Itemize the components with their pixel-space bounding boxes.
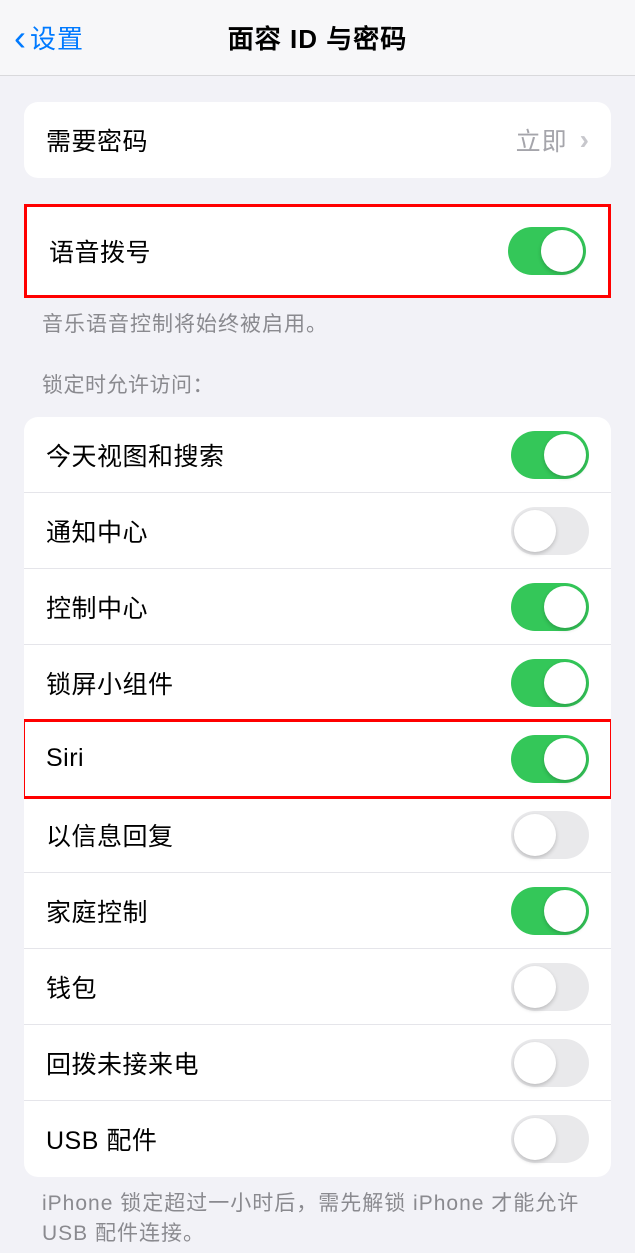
back-label: 设置 <box>30 19 84 56</box>
lock-access-row: 锁屏小组件 <box>24 645 611 721</box>
page-title: 面容 ID 与密码 <box>228 19 407 56</box>
lock-access-row: 今天视图和搜索 <box>24 417 611 493</box>
toggle-knob <box>544 586 586 628</box>
lock-access-row: USB 配件 <box>24 1101 611 1177</box>
lock-access-toggle[interactable] <box>511 1039 589 1087</box>
require-passcode-row[interactable]: 需要密码 立即 › <box>24 102 611 178</box>
lock-access-label: 回拨未接来电 <box>46 1045 199 1081</box>
lock-access-label: 家庭控制 <box>46 893 148 929</box>
chevron-right-icon: › <box>580 124 589 156</box>
lock-access-row: 回拨未接来电 <box>24 1025 611 1101</box>
toggle-knob <box>544 738 586 780</box>
lock-access-row: 控制中心 <box>24 569 611 645</box>
voice-dial-label: 语音拨号 <box>49 233 151 269</box>
voice-dial-footer: 音乐语音控制将始终被启用。 <box>0 298 635 339</box>
lock-access-row: 通知中心 <box>24 493 611 569</box>
lock-access-toggle[interactable] <box>511 507 589 555</box>
back-button[interactable]: ‹ 设置 <box>0 19 84 56</box>
lock-access-header: 锁定时允许访问： <box>0 339 635 409</box>
toggle-knob <box>514 966 556 1008</box>
lock-access-row: 家庭控制 <box>24 873 611 949</box>
lock-access-toggle[interactable] <box>511 811 589 859</box>
lock-access-label: 通知中心 <box>46 513 148 549</box>
content: 需要密码 立即 › 语音拨号 音乐语音控制将始终被启用。 锁定时允许访问： 今天… <box>0 102 635 1248</box>
lock-access-toggle[interactable] <box>511 963 589 1011</box>
voice-dial-group: 语音拨号 <box>24 204 611 298</box>
toggle-knob <box>514 1118 556 1160</box>
lock-access-label: 锁屏小组件 <box>46 665 174 701</box>
lock-access-label: USB 配件 <box>46 1121 157 1157</box>
lock-access-group: 今天视图和搜索通知中心控制中心锁屏小组件 Siri 以信息回复家庭控制钱包回拨未接来… <box>24 417 611 1177</box>
lock-access-label: 今天视图和搜索 <box>46 437 225 473</box>
lock-access-toggle[interactable] <box>511 583 589 631</box>
lock-access-label: 以信息回复 <box>46 817 174 853</box>
toggle-knob <box>544 890 586 932</box>
voice-dial-toggle[interactable] <box>508 227 586 275</box>
chevron-left-icon: ‹ <box>14 20 26 56</box>
toggle-knob <box>544 434 586 476</box>
toggle-knob <box>514 510 556 552</box>
lock-access-label: Siri <box>46 744 84 773</box>
lock-access-footer: iPhone 锁定超过一小时后，需先解锁 iPhone 才能允许USB 配件连接… <box>0 1177 635 1248</box>
toggle-knob <box>514 1042 556 1084</box>
lock-access-toggle[interactable] <box>511 659 589 707</box>
toggle-knob <box>514 814 556 856</box>
voice-dial-row: 语音拨号 <box>27 207 608 295</box>
lock-access-toggle[interactable] <box>511 1115 589 1163</box>
require-passcode-label: 需要密码 <box>46 122 148 158</box>
nav-header: ‹ 设置 面容 ID 与密码 <box>0 0 635 76</box>
lock-access-toggle[interactable] <box>511 735 589 783</box>
lock-access-row: 以信息回复 <box>24 797 611 873</box>
lock-access-toggle[interactable] <box>511 431 589 479</box>
require-passcode-value: 立即 › <box>516 122 589 158</box>
toggle-knob <box>544 662 586 704</box>
passcode-group: 需要密码 立即 › <box>24 102 611 178</box>
lock-access-label: 控制中心 <box>46 589 148 625</box>
lock-access-toggle[interactable] <box>511 887 589 935</box>
lock-access-label: 钱包 <box>46 969 97 1005</box>
lock-access-row: Siri <box>24 721 611 797</box>
lock-access-row: 钱包 <box>24 949 611 1025</box>
toggle-knob <box>541 230 583 272</box>
